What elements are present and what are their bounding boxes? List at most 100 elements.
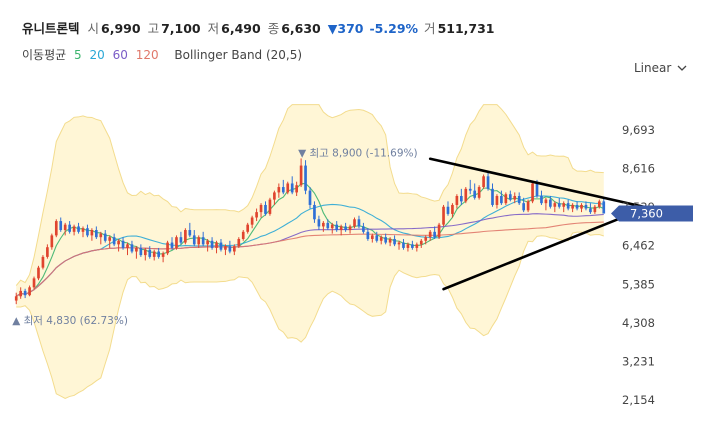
candle-body (477, 187, 481, 198)
candle-body (41, 256, 45, 268)
candle-body (473, 190, 477, 198)
candle-body (531, 183, 534, 202)
candle-body (446, 206, 450, 214)
candle-body (179, 237, 183, 243)
y-tick-label: 3,231 (622, 354, 655, 368)
candle-body (286, 183, 290, 193)
candle-body (232, 246, 236, 252)
candle-body (250, 217, 254, 225)
candle-body (424, 237, 428, 241)
candle-body (375, 235, 379, 241)
candle-body (86, 228, 89, 236)
candle-body (255, 212, 258, 218)
candle-body (19, 290, 23, 297)
candle-body (59, 221, 63, 231)
candle-body (281, 187, 285, 193)
candle-body (411, 244, 414, 248)
candle-body (513, 196, 517, 200)
candle-body (108, 237, 112, 241)
candle-body (335, 224, 339, 231)
candle-body (68, 224, 71, 232)
candle-body (362, 226, 365, 232)
candle-body (143, 249, 147, 256)
candle-body (117, 240, 120, 245)
candle-body (23, 290, 27, 296)
candle-body (219, 242, 223, 250)
candle-body (353, 219, 356, 227)
candle-body (402, 242, 405, 248)
candle-body (206, 240, 209, 245)
candle-body (121, 240, 125, 248)
candle-body (597, 201, 601, 207)
candle-body (460, 196, 463, 202)
candle-body (322, 222, 325, 227)
candle-body (157, 251, 160, 257)
candle-body (486, 176, 490, 189)
candle-body (130, 244, 134, 252)
candle-body (366, 231, 370, 239)
candle-body (215, 242, 218, 248)
low-annotation: ▲ 최저 4,830 (62.73%) (12, 315, 128, 327)
candle-body (259, 204, 263, 213)
candle-body (170, 242, 174, 248)
candle-body (370, 235, 374, 239)
y-tick-label: 4,308 (622, 316, 655, 330)
candle-body (495, 196, 499, 205)
candle-body (464, 188, 468, 202)
current-price-value: 7,360 (630, 207, 663, 221)
candle-body (152, 251, 156, 257)
candle-body (99, 233, 103, 238)
candle-body (317, 219, 321, 227)
candle-body (192, 235, 196, 245)
candle-body (437, 224, 441, 238)
candle-body (415, 244, 419, 248)
candle-body (575, 204, 579, 209)
y-tick-label: 8,616 (622, 162, 655, 176)
candle-body (482, 176, 485, 188)
candle-body (77, 226, 80, 232)
candle-body (224, 246, 227, 250)
candle-body (28, 287, 31, 296)
candle-body (161, 253, 165, 257)
candle-body (357, 219, 361, 227)
candle-body (72, 226, 76, 232)
candle-body (419, 240, 423, 245)
candle-body (246, 224, 250, 232)
candle-body (166, 242, 169, 254)
candle-body (50, 235, 54, 248)
candle-body (433, 231, 436, 238)
candle-body (264, 204, 267, 214)
candle-body (451, 204, 454, 214)
candle-body (330, 224, 334, 229)
candle-body (103, 233, 107, 241)
candle-body (63, 224, 67, 231)
candle-body (544, 199, 548, 204)
candle-body (557, 203, 561, 207)
candle-body (188, 230, 192, 236)
candle-body (32, 278, 36, 288)
candle-body (348, 226, 352, 231)
candle-body (428, 231, 432, 238)
candle-body (37, 267, 40, 279)
candle-body (397, 242, 401, 245)
y-tick-label: 9,693 (622, 123, 655, 137)
candle-body (540, 196, 543, 204)
candle-body (184, 230, 187, 243)
y-tick-label: 6,462 (622, 239, 655, 253)
candle-body (384, 237, 388, 243)
high-annotation: ▼ 최고 8,900 (-11.69%) (298, 147, 418, 159)
candle-body (589, 208, 592, 213)
candle-body (228, 246, 232, 252)
price-chart[interactable]: ▼ 최고 8,900 (-11.69%) ▲ 최저 4,830 (62.73%)… (0, 0, 713, 440)
candle-body (313, 204, 316, 220)
candle-body (299, 165, 303, 186)
candle-body (308, 190, 312, 205)
candle-body (491, 188, 494, 205)
candle-body (135, 247, 138, 252)
candle-body (553, 203, 557, 207)
candle-body (210, 240, 214, 248)
candle-body (241, 231, 245, 239)
candle-body (517, 196, 521, 204)
candle-body (148, 249, 152, 257)
y-tick-label: 2,154 (622, 393, 655, 407)
